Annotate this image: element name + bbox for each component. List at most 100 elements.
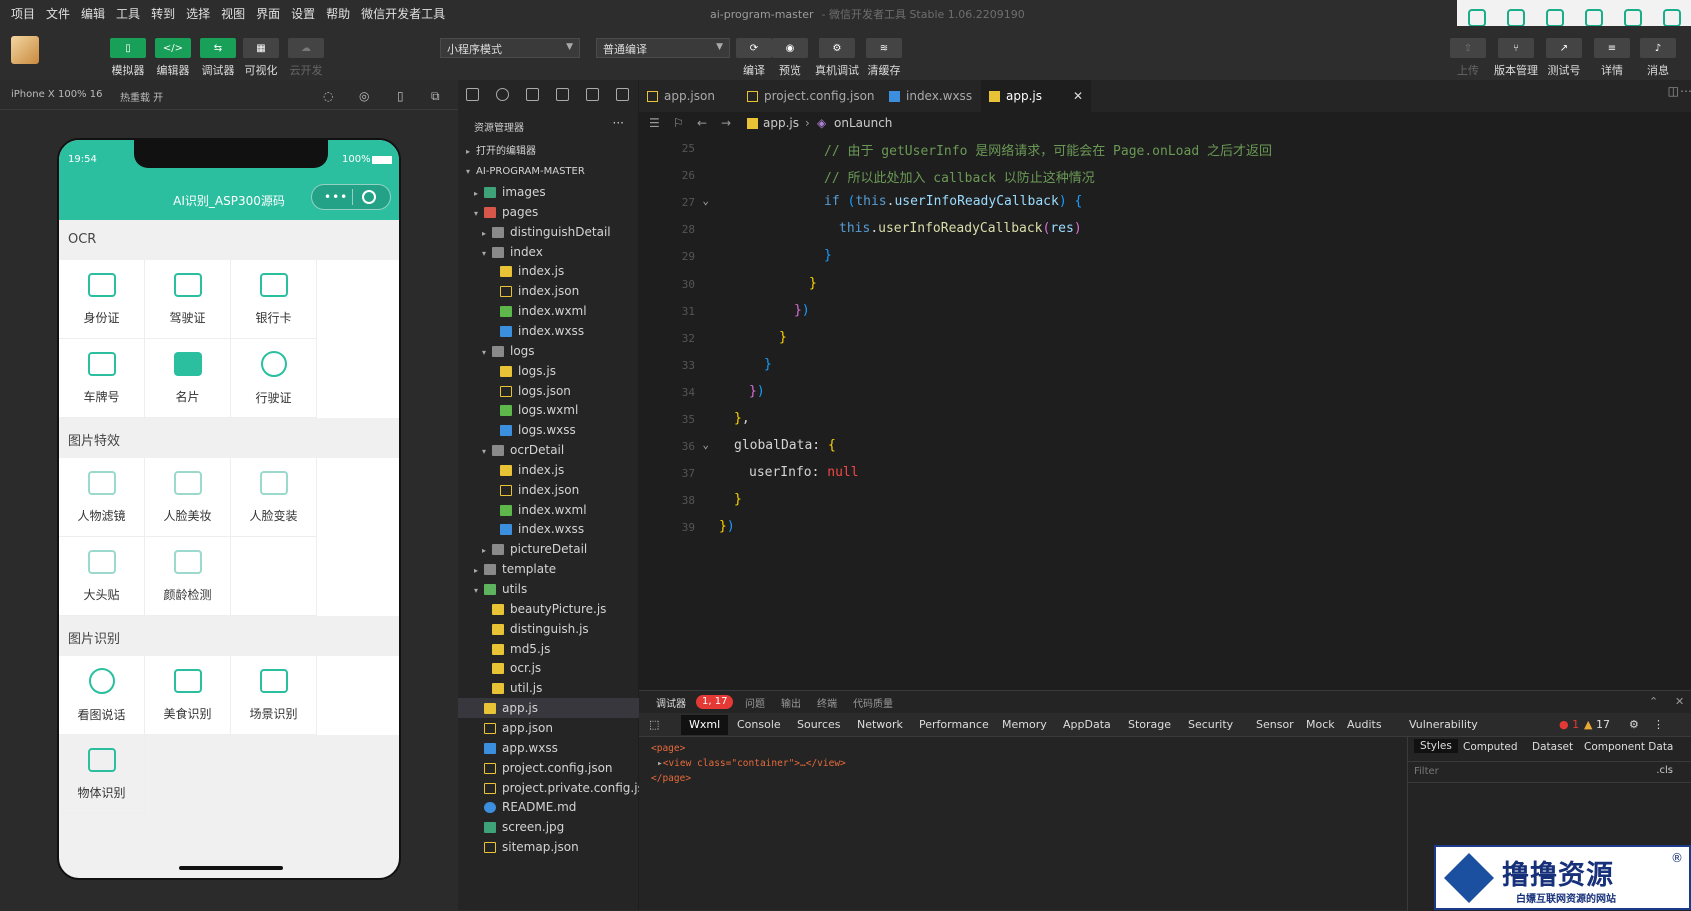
tree-item[interactable]: ▾ utils: [458, 579, 639, 599]
editor-tab[interactable]: app.json: [639, 80, 739, 112]
editor-button[interactable]: </> 编辑器: [155, 38, 191, 78]
editor-tab[interactable]: project.config.json: [739, 80, 881, 112]
wxml-tree[interactable]: <page> ▸<view class="container">…</view>…: [651, 741, 846, 786]
code-line[interactable]: }: [779, 330, 787, 345]
tree-item[interactable]: index.json: [458, 281, 639, 301]
avatar[interactable]: [11, 36, 39, 64]
messages-button[interactable]: ♪ 消息: [1640, 38, 1676, 78]
devtools-tab[interactable]: Mock: [1306, 718, 1335, 731]
search-icon[interactable]: [1467, 9, 1486, 27]
tree-item[interactable]: ▸ images: [458, 182, 639, 202]
save-icon[interactable]: [1584, 9, 1603, 27]
devtools-tab[interactable]: Storage: [1128, 718, 1171, 731]
code-line[interactable]: },: [734, 411, 750, 426]
tree-item[interactable]: README.md: [458, 797, 639, 817]
tab-terminal[interactable]: 终端: [817, 695, 837, 710]
device-icon[interactable]: [1506, 9, 1525, 27]
compile-button[interactable]: ⟳ 编译: [736, 38, 772, 78]
code-line[interactable]: }): [749, 384, 765, 399]
tree-item[interactable]: ▾ index: [458, 242, 639, 262]
code-area[interactable]: 25 // 由于 getUserInfo 是网络请求，可能会在 Page.onLo…: [639, 134, 1691, 690]
tree-item[interactable]: screen.jpg: [458, 817, 639, 837]
breadcrumb-file[interactable]: app.js: [763, 116, 799, 130]
menu-item[interactable]: 帮助: [326, 5, 350, 22]
feature-item[interactable]: 身份证: [59, 260, 145, 339]
tree-item[interactable]: index.wxss: [458, 519, 639, 539]
tree-item[interactable]: index.json: [458, 480, 639, 500]
version-button[interactable]: ⑂ 版本管理: [1494, 38, 1538, 78]
feature-item[interactable]: 行驶证: [231, 339, 317, 418]
devtools-tab[interactable]: Vulnerability: [1409, 718, 1478, 731]
menu-item[interactable]: 选择: [186, 5, 210, 22]
tree-item[interactable]: index.js: [458, 261, 639, 281]
capsule-menu[interactable]: •••: [311, 184, 391, 210]
feature-item[interactable]: 驾驶证: [145, 260, 231, 339]
search-icon[interactable]: [496, 88, 509, 101]
tree-item[interactable]: logs.wxml: [458, 400, 639, 420]
project-root-header[interactable]: ▾ AI-PROGRAM-MASTER: [458, 162, 639, 182]
wxml-page-close[interactable]: </page>: [651, 771, 846, 786]
tree-item[interactable]: util.js: [458, 678, 639, 698]
code-line[interactable]: }: [764, 357, 772, 372]
more-icon[interactable]: ⋯: [1680, 84, 1691, 98]
tab-code-quality[interactable]: 代码质量: [853, 695, 893, 710]
code-line[interactable]: }: [809, 276, 817, 291]
styles-filter-input[interactable]: Filter: [1408, 761, 1691, 783]
fold-icon[interactable]: ⌄: [697, 438, 709, 451]
tab-output[interactable]: 输出: [781, 695, 801, 710]
tab-computed[interactable]: Computed: [1463, 741, 1518, 753]
tree-item[interactable]: project.private.config.js...: [458, 778, 655, 798]
close-mini-icon[interactable]: [362, 190, 376, 204]
collapse-icon[interactable]: ⌃: [1649, 695, 1658, 708]
hotreload-toggle[interactable]: 热重载 开: [120, 89, 163, 104]
cloud-button[interactable]: ☁ 云开发: [288, 38, 324, 78]
debug-panel-icon[interactable]: [586, 88, 599, 101]
feature-item[interactable]: 名片: [145, 339, 231, 418]
tree-item[interactable]: ocr.js: [458, 658, 639, 678]
tree-item[interactable]: logs.js: [458, 361, 639, 381]
clear-cache-button[interactable]: ≋ 清缓存: [866, 38, 902, 78]
tree-item[interactable]: logs.json: [458, 381, 639, 401]
tab-styles[interactable]: Styles: [1414, 739, 1458, 753]
preview-button[interactable]: ◉ 预览: [772, 38, 808, 78]
tab-component-data[interactable]: Component Data: [1584, 741, 1673, 753]
open-editors-header[interactable]: ▸ 打开的编辑器: [458, 142, 639, 162]
back-icon[interactable]: ←: [697, 116, 707, 130]
tree-item[interactable]: ▾ logs: [458, 341, 639, 361]
visual-button[interactable]: ▦ 可视化: [243, 38, 279, 78]
devtools-tab[interactable]: Sources: [797, 718, 841, 731]
tree-item[interactable]: index.wxml: [458, 301, 639, 321]
code-line[interactable]: if (this.userInfoReadyCallback) {: [824, 194, 1082, 209]
tree-item[interactable]: app.js: [458, 698, 639, 719]
code-line[interactable]: }): [794, 303, 810, 318]
tree-item[interactable]: ▾ ocrDetail: [458, 440, 639, 460]
menu-item[interactable]: 转到: [151, 5, 175, 22]
menu-item[interactable]: 工具: [116, 5, 140, 22]
test-account-button[interactable]: ↗ 测试号: [1546, 38, 1582, 78]
tab-problems[interactable]: 问题: [745, 695, 765, 710]
tree-item[interactable]: index.wxss: [458, 321, 639, 341]
remote-debug-button[interactable]: ⚙ 真机调试: [815, 38, 859, 78]
details-button[interactable]: ≡ 详情: [1594, 38, 1630, 78]
menu-item[interactable]: 编辑: [81, 5, 105, 22]
tab-dataset[interactable]: Dataset: [1532, 741, 1573, 753]
warning-count[interactable]: ▲ 17: [1584, 718, 1610, 731]
tree-item[interactable]: app.wxss: [458, 738, 639, 758]
debugger-button[interactable]: ⇆ 调试器: [200, 38, 236, 78]
feature-item[interactable]: 颜龄检测: [145, 537, 231, 616]
tree-item[interactable]: project.config.json: [458, 758, 639, 778]
feature-item[interactable]: 大头贴: [59, 537, 145, 616]
tree-item[interactable]: index.js: [458, 460, 639, 480]
record-icon[interactable]: ◎: [359, 89, 369, 103]
feature-item[interactable]: 场景识别: [231, 656, 317, 735]
extensions-icon[interactable]: [556, 88, 569, 101]
tree-item[interactable]: logs.wxss: [458, 420, 639, 440]
feature-item[interactable]: 看图说话: [59, 656, 145, 735]
fold-icon[interactable]: ⌄: [697, 194, 709, 207]
code-line[interactable]: // 由于 getUserInfo 是网络请求，可能会在 Page.onLoad…: [824, 140, 1272, 159]
wxml-view[interactable]: <view class="container">…</view>: [663, 758, 846, 769]
error-count[interactable]: ● 1: [1559, 718, 1579, 731]
compile-select[interactable]: 普通编译 ▼: [596, 38, 730, 58]
kebab-icon[interactable]: ⋮: [1653, 718, 1664, 731]
share-icon[interactable]: [1623, 9, 1642, 27]
